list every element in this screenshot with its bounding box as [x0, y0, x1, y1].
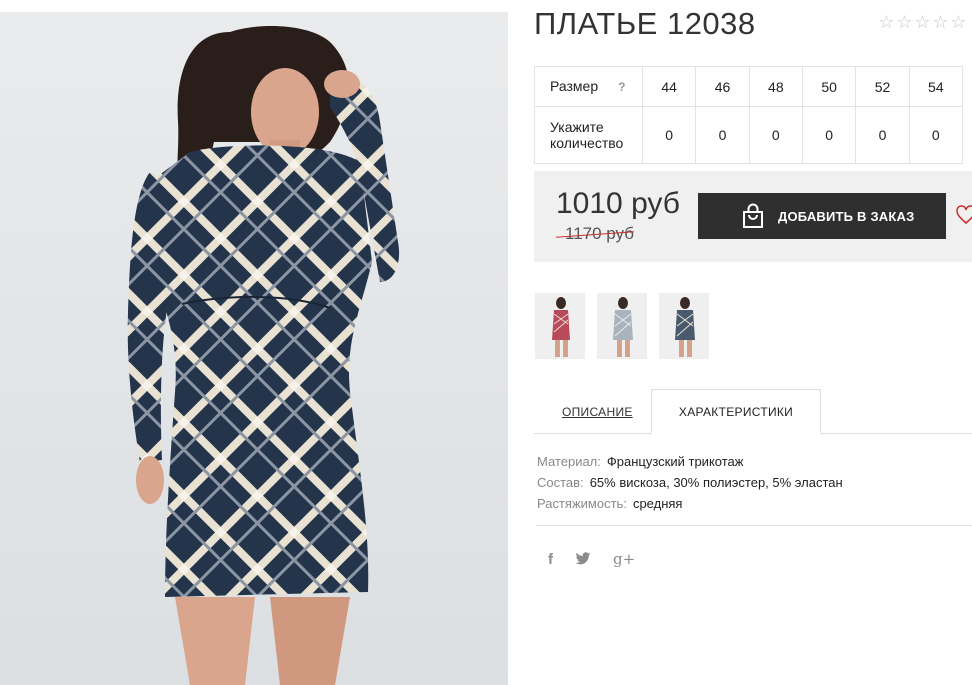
size-cell-44: 44: [641, 66, 697, 107]
facebook-icon[interactable]: f: [548, 551, 553, 568]
price-box: 1010 руб 1170 руб ДОБАВИТЬ В ЗАКАЗ: [534, 171, 972, 262]
spec-value: Французский трикотаж: [606, 454, 744, 469]
add-to-order-button[interactable]: ДОБАВИТЬ В ЗАКАЗ: [698, 193, 946, 239]
size-cell-54: 54: [908, 66, 964, 107]
tab-characteristics[interactable]: ХАРАКТЕРИСТИКИ: [651, 389, 821, 434]
help-icon[interactable]: ?: [618, 80, 625, 94]
quantity-input-50[interactable]: 0: [801, 106, 857, 164]
add-to-order-label: ДОБАВИТЬ В ЗАКАЗ: [778, 208, 915, 224]
quantity-input-52[interactable]: 0: [855, 106, 910, 164]
quantity-row: Укажите количество 0 0 0 0 0 0: [534, 106, 964, 164]
spec-key: Состав:: [537, 475, 584, 490]
twitter-icon[interactable]: [575, 552, 591, 566]
quantity-label: Укажите количество: [534, 106, 643, 164]
social-share: f g+: [548, 550, 635, 568]
thumbnail-grey-plaid[interactable]: [597, 293, 647, 359]
size-quantity-table: Размер? 44 46 48 50 52 54 Укажите количе…: [534, 66, 964, 164]
quantity-input-46[interactable]: 0: [695, 106, 750, 164]
current-price: 1010 руб: [556, 187, 680, 220]
product-title: ПЛАТЬЕ 12038: [534, 6, 756, 41]
quantity-input-54[interactable]: 0: [908, 106, 964, 164]
quantity-input-48[interactable]: 0: [748, 106, 803, 164]
thumbnail-red-plaid[interactable]: [535, 293, 585, 359]
spec-row-composition: Состав: 65% вискоза, 30% полиэстер, 5% эл…: [537, 472, 843, 493]
product-tabs: ОПИСАНИЕ ХАРАКТЕРИСТИКИ: [534, 389, 972, 434]
size-cell-50: 50: [801, 66, 857, 107]
spec-key: Растяжимость:: [537, 496, 627, 511]
thumbnail-navy-plaid[interactable]: [659, 293, 709, 359]
google-plus-icon[interactable]: g+: [613, 550, 635, 568]
tab-description[interactable]: ОПИСАНИЕ: [562, 405, 633, 419]
size-row: Размер? 44 46 48 50 52 54: [534, 66, 964, 107]
size-label: Размер: [550, 78, 599, 94]
star-icon[interactable]: ☆: [932, 12, 949, 32]
characteristics-list: Материал: Французский трикотаж Состав: 65%…: [537, 451, 843, 514]
star-icon[interactable]: ☆: [914, 12, 931, 32]
shopping-bag-icon: [743, 203, 763, 228]
heart-icon[interactable]: [955, 204, 972, 226]
rating-stars[interactable]: ☆ ☆ ☆ ☆ ☆: [878, 12, 967, 32]
quantity-input-44[interactable]: 0: [641, 106, 697, 164]
thumbnail-gallery: [535, 293, 709, 359]
section-divider: [536, 525, 972, 526]
product-main-image[interactable]: [0, 12, 508, 685]
size-cell-48: 48: [748, 66, 803, 107]
star-icon[interactable]: ☆: [896, 12, 913, 32]
spec-key: Материал:: [537, 454, 601, 469]
star-icon[interactable]: ☆: [950, 12, 967, 32]
size-cell-52: 52: [855, 66, 910, 107]
size-cell-46: 46: [695, 66, 750, 107]
size-label-cell: Размер?: [534, 66, 643, 107]
spec-value: средняя: [632, 496, 683, 511]
spec-row-material: Материал: Французский трикотаж: [537, 451, 843, 472]
star-icon[interactable]: ☆: [878, 12, 895, 32]
old-price: 1170 руб: [565, 224, 634, 243]
spec-row-stretch: Растяжимость: средняя: [537, 493, 843, 514]
spec-value: 65% вискоза, 30% полиэстер, 5% эластан: [589, 475, 843, 490]
